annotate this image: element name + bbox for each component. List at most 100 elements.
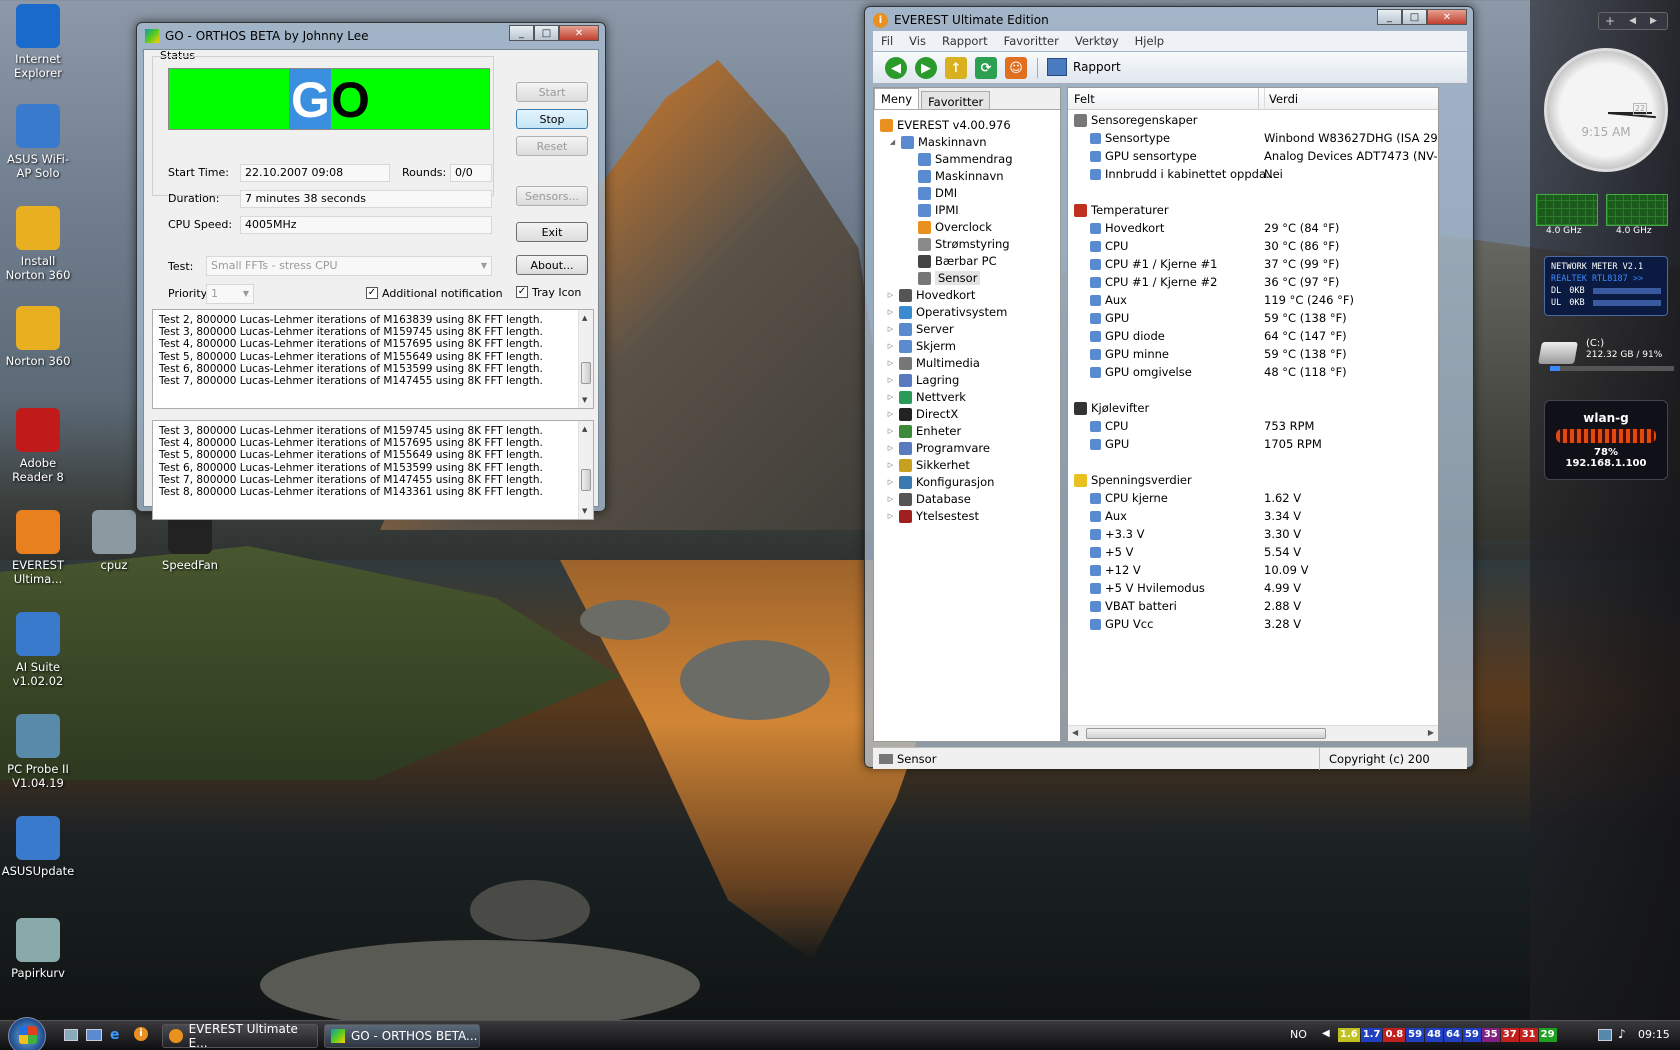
- table-row[interactable]: CPU kjerne 1.62 V: [1068, 491, 1438, 509]
- table-row[interactable]: GPU 59 °C (138 °F): [1068, 311, 1438, 329]
- menu-item[interactable]: Rapport: [934, 31, 996, 51]
- tree-item[interactable]: ▷ Enheter: [886, 422, 961, 440]
- tree-item[interactable]: ▷ Multimedia: [886, 354, 980, 372]
- expand-icon[interactable]: ▷: [886, 410, 895, 418]
- tree-item[interactable]: ▷ DirectX: [886, 405, 959, 423]
- tree-item[interactable]: ▷ Ytelsestest: [886, 507, 979, 525]
- scroll-left-icon[interactable]: ◀: [1072, 728, 1078, 737]
- expand-icon[interactable]: ▷: [886, 291, 895, 299]
- tab-favoritter[interactable]: Favoritter: [921, 91, 991, 109]
- tray-readout[interactable]: 59: [1406, 1028, 1425, 1042]
- tray-readout[interactable]: 31: [1519, 1028, 1538, 1042]
- log-scrollbar[interactable]: ▲ ▼: [578, 421, 593, 519]
- tree-item[interactable]: Bærbar PC: [918, 252, 997, 270]
- desktop-icon[interactable]: PC Probe II V1.04.19: [0, 714, 76, 790]
- maximize-button[interactable]: □: [1402, 9, 1427, 25]
- expand-icon[interactable]: ▷: [886, 444, 895, 452]
- task-everest[interactable]: EVEREST Ultimate E...: [162, 1022, 318, 1050]
- expand-icon[interactable]: ▷: [886, 461, 895, 469]
- tray-readout[interactable]: 35: [1481, 1028, 1500, 1042]
- expand-icon[interactable]: ▷: [886, 308, 895, 316]
- reset-button[interactable]: Reset: [516, 136, 588, 156]
- scroll-right-icon[interactable]: ▶: [1428, 728, 1434, 737]
- expand-icon[interactable]: ▷: [886, 495, 895, 503]
- table-row[interactable]: Hovedkort 29 °C (84 °F): [1068, 221, 1438, 239]
- expand-icon[interactable]: ▷: [886, 376, 895, 384]
- table-row[interactable]: +5 V 5.54 V: [1068, 545, 1438, 563]
- switch-windows-icon[interactable]: [86, 1029, 102, 1041]
- desktop-icon[interactable]: Internet Explorer: [0, 4, 76, 80]
- tree-item[interactable]: ▷ Sikkerhet: [886, 456, 970, 474]
- tree-item[interactable]: ▷ Hovedkort: [886, 286, 976, 304]
- desktop-icon[interactable]: Install Norton 360: [0, 206, 76, 282]
- table-row[interactable]: Aux 119 °C (246 °F): [1068, 293, 1438, 311]
- menu-item[interactable]: Hjelp: [1127, 31, 1172, 51]
- expand-icon[interactable]: ▷: [886, 427, 895, 435]
- scroll-down-icon[interactable]: ▼: [582, 394, 587, 406]
- tree-item[interactable]: Overclock: [918, 218, 992, 236]
- cpu-meter-gadget[interactable]: 4.0 GHz 4.0 GHz: [1536, 192, 1676, 238]
- ie-quicklaunch-icon[interactable]: e: [110, 1027, 120, 1043]
- table-row[interactable]: CPU 30 °C (86 °F): [1068, 239, 1438, 257]
- start-button[interactable]: Start: [516, 82, 588, 102]
- section-header[interactable]: Kjølevifter: [1068, 401, 1438, 419]
- volume-icon[interactable]: ♪: [1618, 1027, 1626, 1041]
- additional-notification-checkbox[interactable]: ✓: [366, 287, 378, 299]
- menu-item[interactable]: Verktøy: [1067, 31, 1127, 51]
- desktop-icon[interactable]: ASUS WiFi-AP Solo: [0, 104, 76, 180]
- expand-icon[interactable]: ▷: [886, 359, 895, 367]
- maximize-button[interactable]: □: [534, 25, 559, 41]
- expand-icon[interactable]: ▷: [886, 512, 895, 520]
- scroll-thumb[interactable]: [581, 469, 591, 491]
- expand-icon[interactable]: ▷: [886, 393, 895, 401]
- table-row[interactable]: GPU minne 59 °C (138 °F): [1068, 347, 1438, 365]
- expand-icon[interactable]: ◢: [888, 138, 897, 146]
- table-row[interactable]: Aux 3.34 V: [1068, 509, 1438, 527]
- horizontal-scrollbar[interactable]: ◀ ▶: [1068, 725, 1438, 741]
- exit-button[interactable]: Exit: [516, 222, 588, 242]
- tree-item[interactable]: ▷ Database: [886, 490, 971, 508]
- tree-item[interactable]: Sensor: [918, 269, 981, 287]
- tray-readout[interactable]: 64: [1444, 1028, 1462, 1042]
- scroll-thumb[interactable]: [1086, 728, 1326, 739]
- tree-item[interactable]: ▷ Operativsystem: [886, 303, 1008, 321]
- show-desktop-icon[interactable]: [64, 1029, 78, 1041]
- start-button[interactable]: [8, 1017, 46, 1050]
- back-icon[interactable]: ◀: [885, 57, 907, 79]
- priority-select[interactable]: 1 ▼: [206, 284, 254, 304]
- log-scrollbar[interactable]: ▲ ▼: [578, 310, 593, 408]
- expand-icon[interactable]: ▷: [886, 478, 895, 486]
- table-row[interactable]: VBAT batteri 2.88 V: [1068, 599, 1438, 617]
- log-box-2[interactable]: Test 3, 800000 Lucas-Lehmer iterations o…: [152, 420, 594, 520]
- refresh-icon[interactable]: ⟳: [975, 57, 997, 79]
- tab-meny[interactable]: Meny: [874, 88, 920, 109]
- tree-item[interactable]: ▷ Lagring: [886, 371, 959, 389]
- test-select[interactable]: Small FFTs - stress CPU ▼: [206, 256, 492, 276]
- tree-item[interactable]: ▷ Server: [886, 320, 954, 338]
- expand-icon[interactable]: ▷: [886, 342, 895, 350]
- tree-item[interactable]: DMI: [918, 184, 957, 202]
- table-row[interactable]: +12 V 10.09 V: [1068, 563, 1438, 581]
- log-box-1[interactable]: Test 2, 800000 Lucas-Lehmer iterations o…: [152, 309, 594, 409]
- scroll-thumb[interactable]: [581, 362, 591, 384]
- drive-gadget[interactable]: (C:) 212.32 GB / 91%: [1538, 338, 1676, 374]
- table-row[interactable]: CPU #1 / Kjerne #1 37 °C (99 °F): [1068, 257, 1438, 275]
- minimize-button[interactable]: _: [1377, 9, 1402, 25]
- tree-item[interactable]: Maskinnavn: [918, 167, 1004, 185]
- minimize-button[interactable]: _: [509, 25, 534, 41]
- tray-readout[interactable]: 59: [1462, 1028, 1481, 1042]
- report-button[interactable]: Rapport: [1047, 58, 1121, 76]
- tree-item[interactable]: ▷ Konfigurasjon: [886, 473, 995, 491]
- desktop-icon[interactable]: Adobe Reader 8: [0, 408, 76, 484]
- tree-root[interactable]: EVEREST v4.00.976: [880, 116, 1011, 134]
- tree-item[interactable]: ▷ Nettverk: [886, 388, 966, 406]
- clock-gadget[interactable]: 22 9:15 AM: [1544, 48, 1668, 172]
- scroll-up-icon[interactable]: ▲: [582, 312, 587, 324]
- tree-item[interactable]: ▷ Programvare: [886, 439, 990, 457]
- desktop-icon[interactable]: Papirkurv: [0, 918, 76, 980]
- expand-icon[interactable]: ▷: [886, 325, 895, 333]
- language-indicator[interactable]: NO: [1290, 1028, 1307, 1041]
- desktop-icon[interactable]: EVEREST Ultima...: [0, 510, 76, 586]
- section-header[interactable]: Spenningsverdier: [1068, 473, 1438, 491]
- section-header[interactable]: Temperaturer: [1068, 203, 1438, 221]
